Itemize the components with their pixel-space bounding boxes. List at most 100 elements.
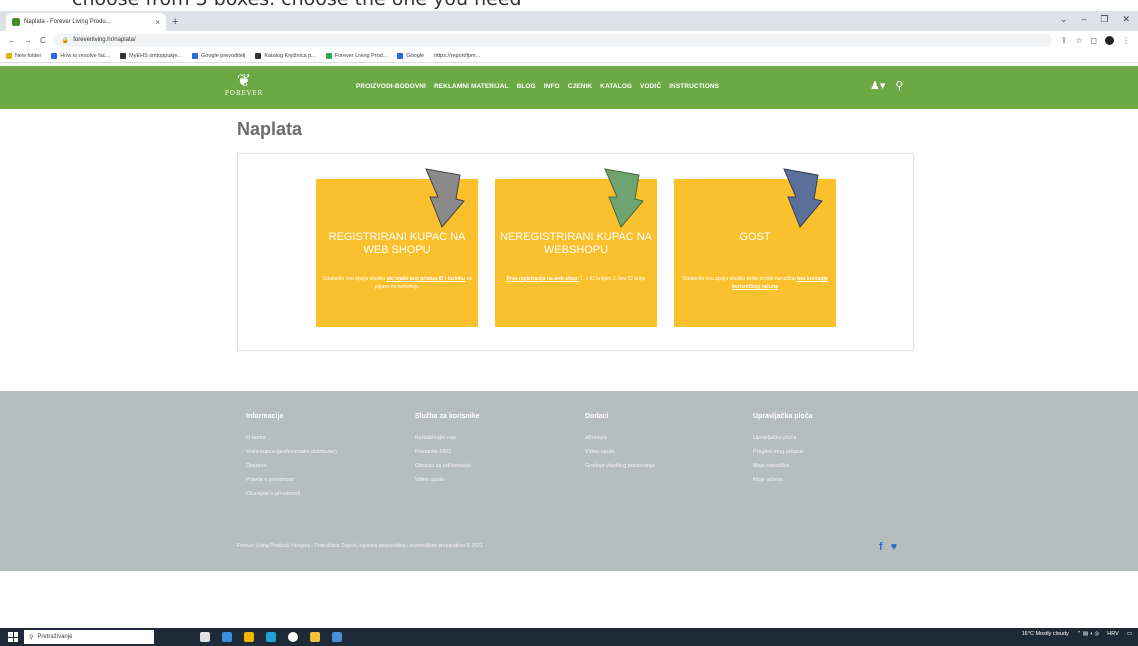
tab-title: Naplata - Forever Living Produ... bbox=[24, 19, 111, 25]
page-title: Naplata bbox=[237, 119, 303, 139]
footer-link[interactable]: Video upute bbox=[585, 449, 654, 455]
search-icon[interactable]: ⚲ bbox=[895, 79, 903, 92]
option-registered-customer[interactable]: REGISTRIRANI KUPAC NA WEB SHOPU Odaberit… bbox=[316, 168, 478, 327]
taskbar-search-placeholder: Pretraživanje bbox=[37, 634, 73, 640]
option-description: Odaberite ovu opciju ukoliko ste imate p… bbox=[322, 276, 472, 290]
option-title: NEREGISTRIRANI KUPAC NA WEBSHOPU bbox=[500, 231, 652, 256]
app-icon[interactable] bbox=[288, 632, 298, 642]
footer-link[interactable]: Obrasci za reklamaciju bbox=[415, 463, 480, 469]
bookmark-item[interactable]: How to resolve fac... bbox=[51, 52, 110, 59]
logo-wordmark: FOREVER bbox=[224, 90, 264, 97]
system-tray: 16°C Mostly cloudy ⌃ ▤ ◖ ◎ HRV ▭ bbox=[1022, 631, 1132, 637]
search-icon: ⚲ bbox=[29, 634, 34, 641]
footer-link[interactable]: Dostava bbox=[246, 463, 337, 469]
facebook-icon[interactable]: f bbox=[879, 541, 883, 553]
option-description: Odaberite ovu opciju ukoliko želite izvr… bbox=[682, 276, 828, 290]
footer-column-info: Informacije O nama Vrsta kupca (profesio… bbox=[246, 413, 337, 505]
maximize-button[interactable]: ❐ bbox=[1100, 14, 1108, 25]
nav-item-katalog[interactable]: KATALOG bbox=[600, 83, 632, 90]
close-window-button[interactable]: ✕ bbox=[1122, 14, 1130, 25]
bookmark-item[interactable]: Forever Living Prod... bbox=[325, 52, 387, 59]
footer-heading: Informacije bbox=[246, 413, 284, 420]
copyright-text: Forever Living Products Hungary - Podruž… bbox=[237, 543, 483, 549]
forward-icon[interactable]: → bbox=[24, 36, 32, 45]
browser-tab[interactable]: Naplata - Forever Living Produ... × bbox=[6, 13, 166, 31]
bookmark-item[interactable]: New folder bbox=[6, 52, 41, 59]
windows-taskbar: ⚲ Pretraživanje 16°C Mostly cloudy ⌃ ▤ ◖… bbox=[0, 628, 1138, 646]
footer-link[interactable]: eBrosure bbox=[585, 435, 654, 441]
footer-column-dashboard: Upravljačka ploča Upravljačka ploča Preg… bbox=[753, 413, 813, 491]
footer-link[interactable]: Upravljačka ploča bbox=[753, 435, 813, 441]
star-icon[interactable]: ☆ bbox=[1075, 36, 1082, 45]
back-icon[interactable]: ← bbox=[8, 36, 16, 45]
nav-item-vodic[interactable]: VODIČ bbox=[640, 83, 661, 90]
option-title: GOST bbox=[739, 231, 771, 243]
arrow-flag-icon bbox=[604, 168, 644, 228]
nav-item-blog[interactable]: BLOG bbox=[517, 83, 536, 90]
main-content: Naplata REGISTRIRANI KUPAC NA WEB SHOPU … bbox=[0, 109, 1138, 380]
footer-link[interactable]: Pregled mog računa bbox=[753, 449, 813, 455]
footer-column-extras: Dodaci eBrosure Video upute Gradnja vlas… bbox=[585, 413, 654, 477]
footer-link[interactable]: Vrsta kupca (profesionalni distributer) bbox=[246, 449, 337, 455]
footer-link[interactable]: Postanite FBO bbox=[415, 449, 480, 455]
menu-icon[interactable]: ⋮ bbox=[1122, 36, 1130, 45]
footer-link[interactable]: Obavijest o privatnosti bbox=[246, 491, 337, 497]
footer-link[interactable]: Moje narudžbe bbox=[753, 463, 813, 469]
reload-icon[interactable]: C bbox=[40, 36, 46, 45]
bookmark-item[interactable]: Katalog Knjižnica p... bbox=[255, 52, 316, 59]
extensions-icon[interactable]: ◻ bbox=[1090, 36, 1097, 45]
footer-heading: Upravljačka ploča bbox=[753, 413, 813, 420]
nav-item-proizvodi[interactable]: PROIZVODI-BODOVNI bbox=[356, 83, 426, 90]
user-icon[interactable]: ♟▾ bbox=[870, 79, 885, 92]
footer-link[interactable]: Video upute bbox=[415, 477, 480, 483]
tray-icons[interactable]: ⌃ ▤ ◖ ◎ bbox=[1077, 631, 1100, 637]
arrow-flag-icon bbox=[425, 168, 465, 228]
url-field[interactable]: 🔒 foreverliving.hr/naplata/ bbox=[53, 33, 1053, 47]
nav-item-reklamni[interactable]: REKLAMNI MATERIJAL bbox=[434, 83, 509, 90]
bookmark-item[interactable]: https://report/fpm... bbox=[434, 53, 480, 59]
task-view-icon[interactable] bbox=[200, 632, 210, 642]
bookmark-item[interactable]: MyEHS smtoppukje... bbox=[120, 52, 182, 59]
option-description: Prva registracija na web shop: 1. s ID b… bbox=[506, 276, 646, 282]
footer-link[interactable]: Kontaktirajte nas bbox=[415, 435, 480, 441]
app-icon[interactable] bbox=[332, 632, 342, 642]
nav-item-instructions[interactable]: INSTRUCTIONS bbox=[669, 83, 719, 90]
checkout-options-box: REGISTRIRANI KUPAC NA WEB SHOPU Odaberit… bbox=[237, 153, 914, 351]
footer-link[interactable]: O nama bbox=[246, 435, 337, 441]
footer-heading: Dodaci bbox=[585, 413, 609, 420]
arrow-flag-icon bbox=[783, 168, 823, 228]
tab-close-icon[interactable]: × bbox=[155, 18, 160, 27]
language-indicator[interactable]: HRV bbox=[1107, 631, 1119, 637]
weather-widget[interactable]: 16°C Mostly cloudy bbox=[1022, 631, 1069, 637]
option-guest[interactable]: GOST Odaberite ovu opciju ukoliko želite… bbox=[674, 168, 836, 327]
bookmark-item[interactable]: Google prevoditelj bbox=[192, 52, 245, 59]
file-explorer-icon[interactable] bbox=[310, 632, 320, 642]
footer-link[interactable]: Gradnja vlastitog poslovanja bbox=[585, 463, 654, 469]
option-title: REGISTRIRANI KUPAC NA WEB SHOPU bbox=[328, 231, 466, 256]
favicon-icon bbox=[12, 18, 20, 26]
footer-link[interactable]: Pravila o privatnosti bbox=[246, 477, 337, 483]
nav-item-info[interactable]: INFO bbox=[544, 83, 560, 90]
option-unregistered-customer[interactable]: NEREGISTRIRANI KUPAC NA WEBSHOPU Prva re… bbox=[495, 168, 657, 327]
forever-logo[interactable]: ❦ FOREVER bbox=[224, 72, 264, 104]
site-header: ❦ FOREVER PROIZVODI-BODOVNI REKLAMNI MAT… bbox=[0, 66, 1138, 109]
outlook-icon[interactable] bbox=[222, 632, 232, 642]
tab-search-icon[interactable]: ⌄ bbox=[1060, 14, 1068, 25]
twitter-icon[interactable]: ♥ bbox=[891, 541, 898, 553]
new-tab-button[interactable]: + bbox=[172, 16, 178, 28]
edge-icon[interactable] bbox=[266, 632, 276, 642]
nav-item-cjenik[interactable]: CJENIK bbox=[568, 83, 592, 90]
profile-avatar[interactable] bbox=[1105, 35, 1114, 45]
minimize-button[interactable]: – bbox=[1081, 14, 1086, 25]
footer-column-service: Služba za korisnike Kontaktirajte nas Po… bbox=[415, 413, 480, 491]
browser-tab-strip: Naplata - Forever Living Produ... × + ⌄ … bbox=[0, 11, 1138, 31]
bookmarks-bar: New folder How to resolve fac... MyEHS s… bbox=[0, 49, 1138, 63]
chrome-icon[interactable] bbox=[244, 632, 254, 642]
taskbar-search-input[interactable]: ⚲ Pretraživanje bbox=[24, 630, 154, 644]
bookmark-item[interactable]: Google bbox=[397, 52, 424, 59]
window-controls: ⌄ – ❐ ✕ bbox=[1060, 14, 1130, 25]
footer-link[interactable]: Moje adrese bbox=[753, 477, 813, 483]
notification-icon[interactable]: ▭ bbox=[1127, 631, 1132, 637]
share-icon[interactable]: ⇪ bbox=[1060, 36, 1067, 45]
windows-start-icon[interactable] bbox=[8, 632, 18, 642]
